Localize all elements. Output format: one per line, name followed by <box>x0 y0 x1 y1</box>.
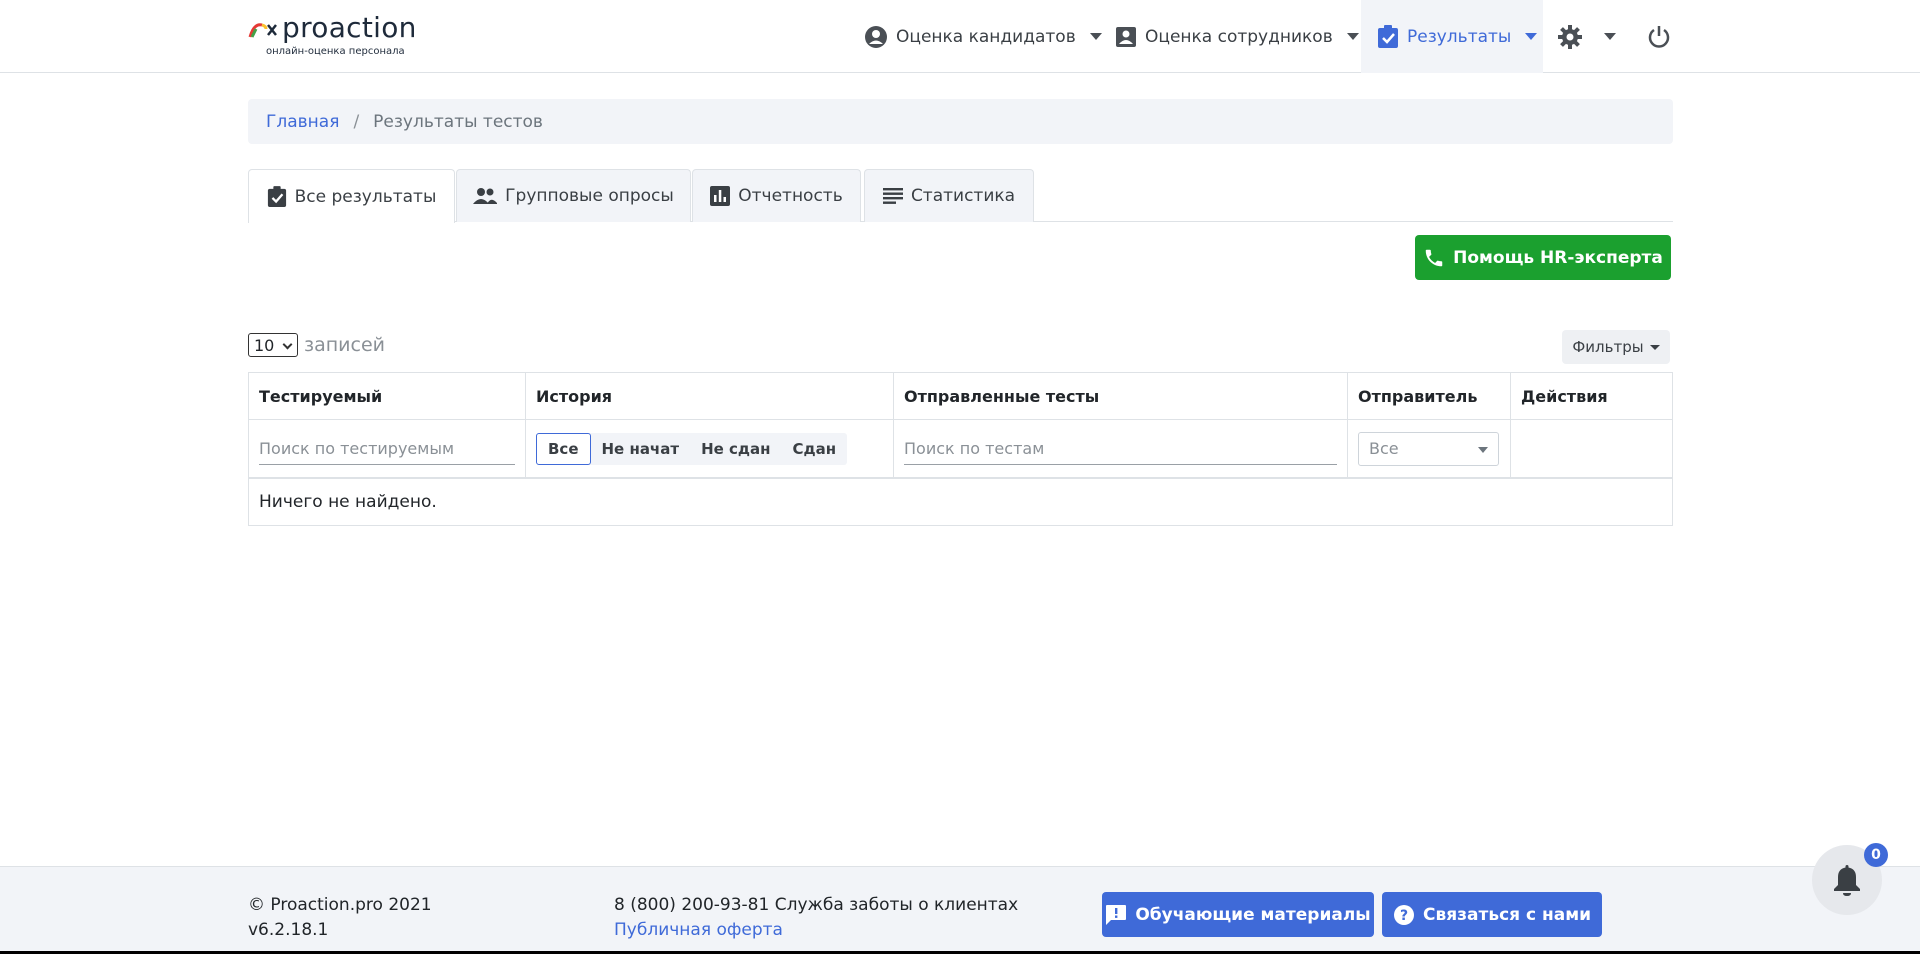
question-circle-icon: ? <box>1393 904 1414 925</box>
tab-reports[interactable]: Отчетность <box>692 169 861 222</box>
tested-search-input[interactable]: Поиск по тестируемым <box>259 433 515 465</box>
bell-icon <box>1834 865 1860 896</box>
logo[interactable]: proaction онлайн-оценка персонала <box>248 11 428 60</box>
nav-candidates[interactable]: Оценка кандидатов <box>864 0 1102 73</box>
logout-button[interactable] <box>1647 0 1679 73</box>
chevron-down-icon <box>1089 33 1102 40</box>
nav-employees-label: Оценка сотрудников <box>1145 26 1333 47</box>
power-icon <box>1648 25 1670 48</box>
gear-icon <box>1558 24 1582 49</box>
bar-chart-icon <box>710 186 731 206</box>
nav-employees[interactable]: Оценка сотрудников <box>1115 0 1359 73</box>
column-header-sender[interactable]: Отправитель <box>1348 373 1511 419</box>
filters-button[interactable]: Фильтры <box>1562 330 1670 364</box>
results-tabs: Все результаты Групповые опросы Отчетнос… <box>248 169 1673 223</box>
breadcrumb-home-link[interactable]: Главная <box>266 112 339 132</box>
history-filter-cell: Все Не начат Не сдан Сдан <box>526 420 894 477</box>
tab-label: Отчетность <box>738 186 843 206</box>
history-filter-failed[interactable]: Не сдан <box>690 433 781 465</box>
column-header-tested[interactable]: Тестируемый <box>249 373 526 419</box>
chevron-down-icon <box>1604 33 1616 40</box>
clipboard-check-icon <box>1378 24 1398 48</box>
tests-search-input[interactable]: Поиск по тестам <box>904 433 1337 465</box>
chevron-down-icon <box>282 339 293 350</box>
chevron-down-icon <box>1649 344 1660 350</box>
chevron-down-icon <box>1346 33 1359 40</box>
nav-settings[interactable] <box>1558 0 1616 73</box>
learning-materials-button[interactable]: Обучающие материалы <box>1102 892 1374 937</box>
clipboard-check-icon <box>267 185 286 207</box>
records-per-page: 10 записей <box>248 333 385 357</box>
hr-expert-help-button[interactable]: Помощь HR-эксперта <box>1415 235 1671 280</box>
tab-label: Все результаты <box>294 186 437 207</box>
sender-select[interactable]: Все <box>1358 431 1499 466</box>
tab-label: Статистика <box>910 186 1016 206</box>
footer-copyright: © Proaction.pro 2021 <box>248 895 432 915</box>
column-header-sent-tests[interactable]: Отправленные тесты <box>894 373 1348 419</box>
chevron-down-icon <box>1478 446 1488 453</box>
column-header-history[interactable]: История <box>526 373 894 419</box>
breadcrumb: Главная / Результаты тестов <box>248 99 1673 144</box>
list-icon <box>882 188 903 204</box>
sender-select-value: Все <box>1369 439 1399 458</box>
user-circle-icon <box>865 25 887 48</box>
footer-version: v6.2.18.1 <box>248 920 329 940</box>
message-alert-icon <box>1106 904 1127 925</box>
logo-subtitle: онлайн-оценка персонала <box>266 46 405 57</box>
top-header: proaction онлайн-оценка персонала Оценка… <box>0 0 1920 73</box>
phone-icon <box>1425 249 1443 266</box>
svg-text:?: ? <box>1400 908 1408 924</box>
tests-filter-cell: Поиск по тестам <box>894 420 1348 477</box>
hr-expert-help-label: Помощь HR-эксперта <box>1453 247 1663 268</box>
tab-label: Групповые опросы <box>505 186 674 206</box>
table-header-row: Тестируемый История Отправленные тесты О… <box>249 373 1672 420</box>
logo-text: proaction <box>282 11 417 44</box>
history-filter-all[interactable]: Все <box>536 432 591 465</box>
records-count-select[interactable]: 10 <box>248 333 298 357</box>
contact-us-label: Связаться с нами <box>1422 904 1592 925</box>
actions-filter-cell <box>1511 420 1672 477</box>
history-filter-group: Все Не начат Не сдан Сдан <box>536 432 848 465</box>
nav-results-label: Результаты <box>1407 26 1512 47</box>
tab-all-results[interactable]: Все результаты <box>248 169 455 223</box>
footer-phone: 8 (800) 200-93-81 Служба заботы о клиент… <box>614 895 1019 915</box>
records-count-value: 10 <box>254 335 275 355</box>
empty-message: Ничего не найдено. <box>259 492 437 512</box>
table-empty-row: Ничего не найдено. <box>249 479 1672 525</box>
footer: © Proaction.pro 2021 v6.2.18.1 8 (800) 2… <box>0 866 1920 954</box>
footer-offer-link[interactable]: Публичная оферта <box>614 918 1018 943</box>
history-filter-not-started[interactable]: Не начат <box>591 433 691 465</box>
sender-filter-cell: Все <box>1348 420 1511 477</box>
results-table: Тестируемый История Отправленные тесты О… <box>248 372 1673 526</box>
filters-label: Фильтры <box>1572 338 1644 356</box>
nav-results[interactable]: Результаты <box>1361 0 1543 73</box>
notifications-count-badge: 0 <box>1864 843 1888 867</box>
history-filter-passed[interactable]: Сдан <box>782 433 848 465</box>
footer-copyright-block: © Proaction.pro 2021 v6.2.18.1 <box>248 893 432 943</box>
learning-materials-label: Обучающие материалы <box>1135 904 1371 925</box>
tab-statistics[interactable]: Статистика <box>864 169 1034 222</box>
breadcrumb-separator: / <box>353 111 360 132</box>
nav-candidates-label: Оценка кандидатов <box>896 26 1076 47</box>
records-label: записей <box>304 334 386 356</box>
table-filter-row: Поиск по тестируемым Все Не начат Не сда… <box>249 420 1672 479</box>
tested-filter-cell: Поиск по тестируемым <box>249 420 526 477</box>
id-card-icon <box>1116 26 1136 47</box>
chevron-down-icon <box>1525 33 1538 40</box>
users-icon <box>473 188 498 204</box>
footer-contact-block: 8 (800) 200-93-81 Служба заботы о клиент… <box>614 893 1018 943</box>
logo-mark-icon <box>248 23 277 38</box>
tab-group-surveys[interactable]: Групповые опросы <box>456 169 691 222</box>
column-header-actions: Действия <box>1521 386 1608 406</box>
breadcrumb-current: Результаты тестов <box>373 111 543 132</box>
contact-us-button[interactable]: ? Связаться с нами <box>1382 892 1602 937</box>
